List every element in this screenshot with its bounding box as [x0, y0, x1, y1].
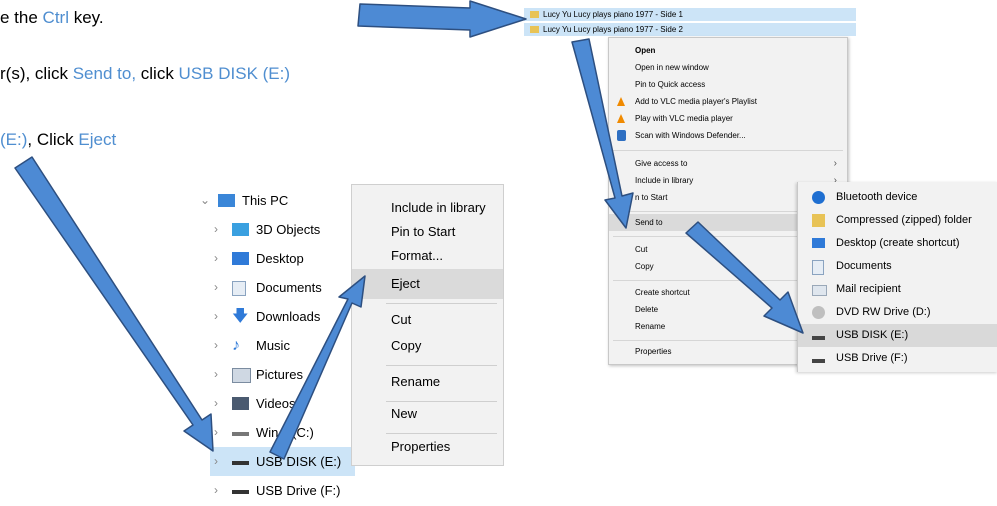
- arrow-to-usb-disk-send: [685, 221, 804, 334]
- annotation-arrows: [14, 0, 804, 460]
- arrow-to-eject: [269, 275, 366, 460]
- arrow-to-usb-disk-tree: [14, 156, 214, 452]
- arrow-to-send-to: [571, 38, 634, 229]
- arrow-to-files: [357, 0, 527, 38]
